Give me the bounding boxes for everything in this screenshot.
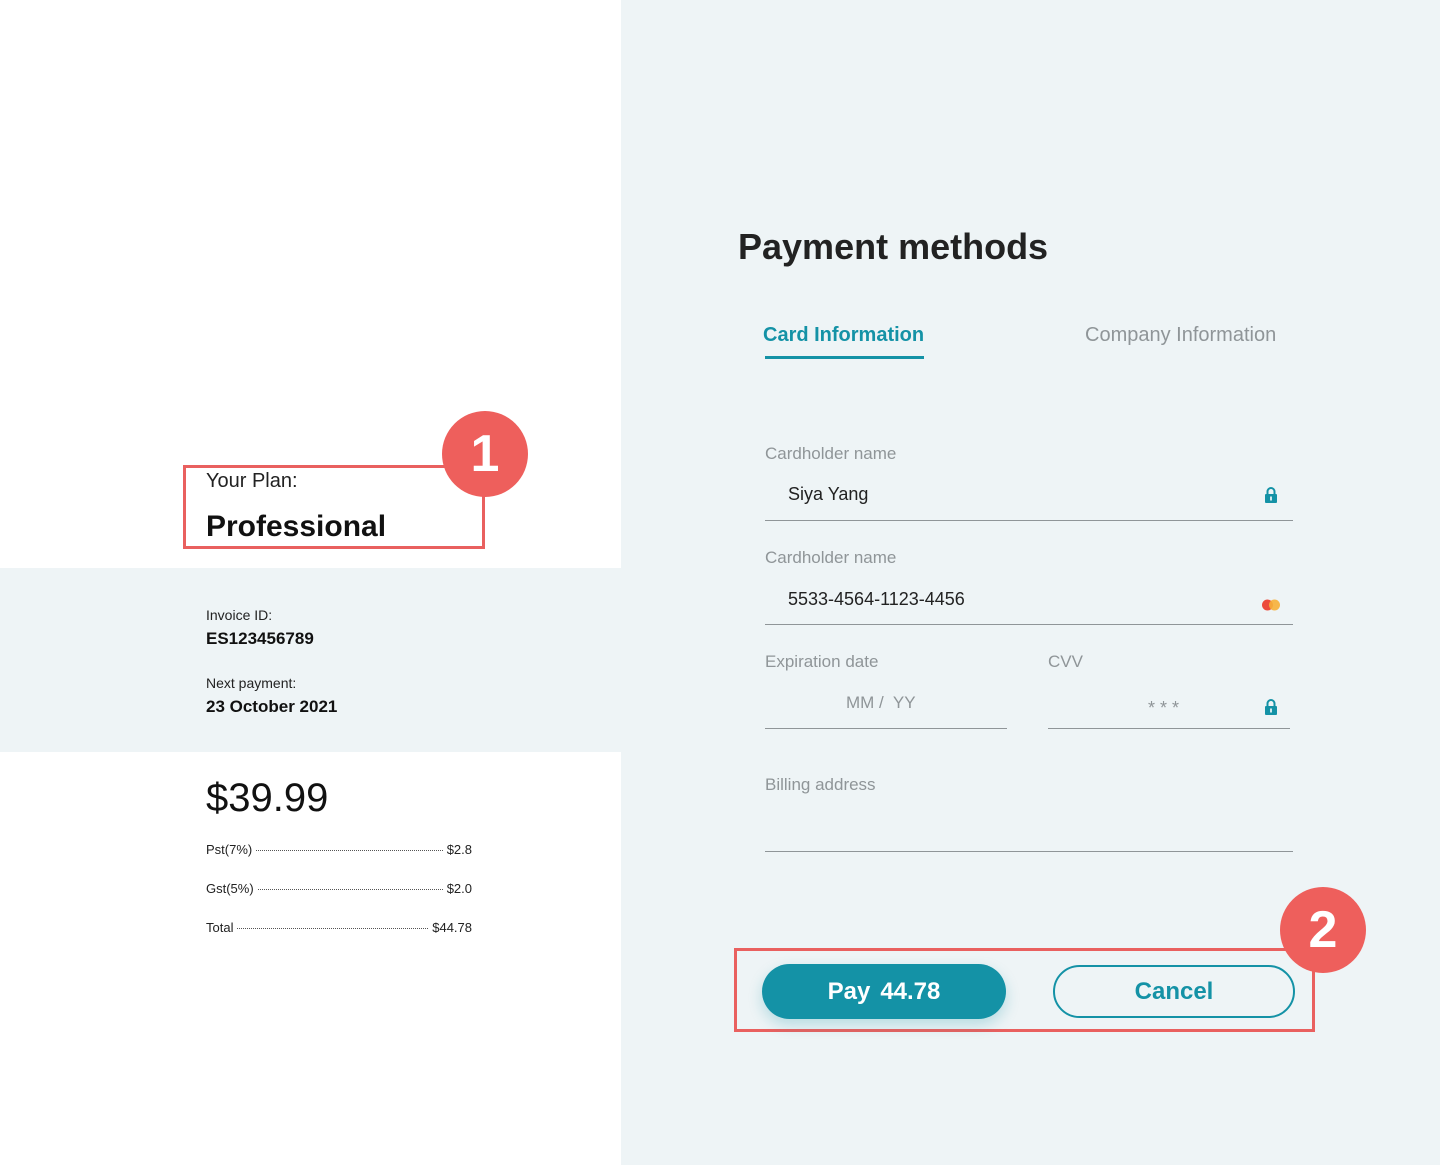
card-number-label: Cardholder name [765,548,897,567]
cardholder-name-label: Cardholder name [765,444,897,463]
card-number-underline [765,624,1293,625]
line-value: $2.0 [446,881,472,896]
cardholder-name-underline [765,520,1293,521]
pay-button[interactable]: Pay 44.78 [762,964,1006,1019]
line-value: $44.78 [432,920,472,935]
billing-address-input[interactable] [788,815,1268,839]
leader-dots [257,889,443,890]
price-line-pst: Pst(7%) $2.8 [206,842,472,857]
leader-dots [256,850,443,851]
lock-icon [1265,487,1277,503]
price-line-total: Total $44.78 [206,920,472,935]
cvv-underline [1048,728,1290,729]
price-line-gst: Gst(5%) $2.0 [206,881,472,896]
tab-card-information[interactable]: Card Information [763,324,924,347]
active-tab-indicator [765,356,924,359]
plan-label: Your Plan: [206,470,298,492]
expiration-date-underline [765,728,1007,729]
cvv-input[interactable]: * * * [1148,698,1179,719]
tab-company-information[interactable]: Company Information [1085,324,1276,347]
next-payment-value: 23 October 2021 [206,697,338,716]
pay-button-amount: 44.78 [880,977,941,1005]
invoice-id-value: ES123456789 [206,629,314,648]
line-label: Gst(5%) [206,881,254,896]
invoice-id-label: Invoice ID: [206,607,273,623]
card-number-input[interactable]: 5533-4564-1123-4456 [788,589,965,610]
line-label: Pst(7%) [206,842,253,857]
next-payment-label: Next payment: [206,675,297,691]
expiration-date-label: Expiration date [765,652,879,671]
cancel-button[interactable]: Cancel [1053,965,1295,1018]
expiration-date-input[interactable]: MM / YY [846,693,916,713]
annotation-badge-2: 2 [1280,887,1366,973]
billing-address-label: Billing address [765,775,876,794]
leader-dots [237,928,429,929]
lock-icon [1265,699,1277,715]
cardholder-name-input[interactable]: Siya Yang [788,484,868,505]
pay-button-label: Pay [827,977,871,1005]
annotation-badge-1: 1 [442,411,528,497]
mastercard-icon [1262,599,1280,611]
invoice-section [0,568,621,752]
plan-price: $39.99 [206,776,329,820]
plan-name: Professional [206,510,387,543]
billing-address-underline [765,851,1293,852]
cvv-label: CVV [1048,652,1083,671]
line-label: Total [206,920,234,935]
line-value: $2.8 [446,842,472,857]
page-title: Payment methods [738,226,1049,267]
